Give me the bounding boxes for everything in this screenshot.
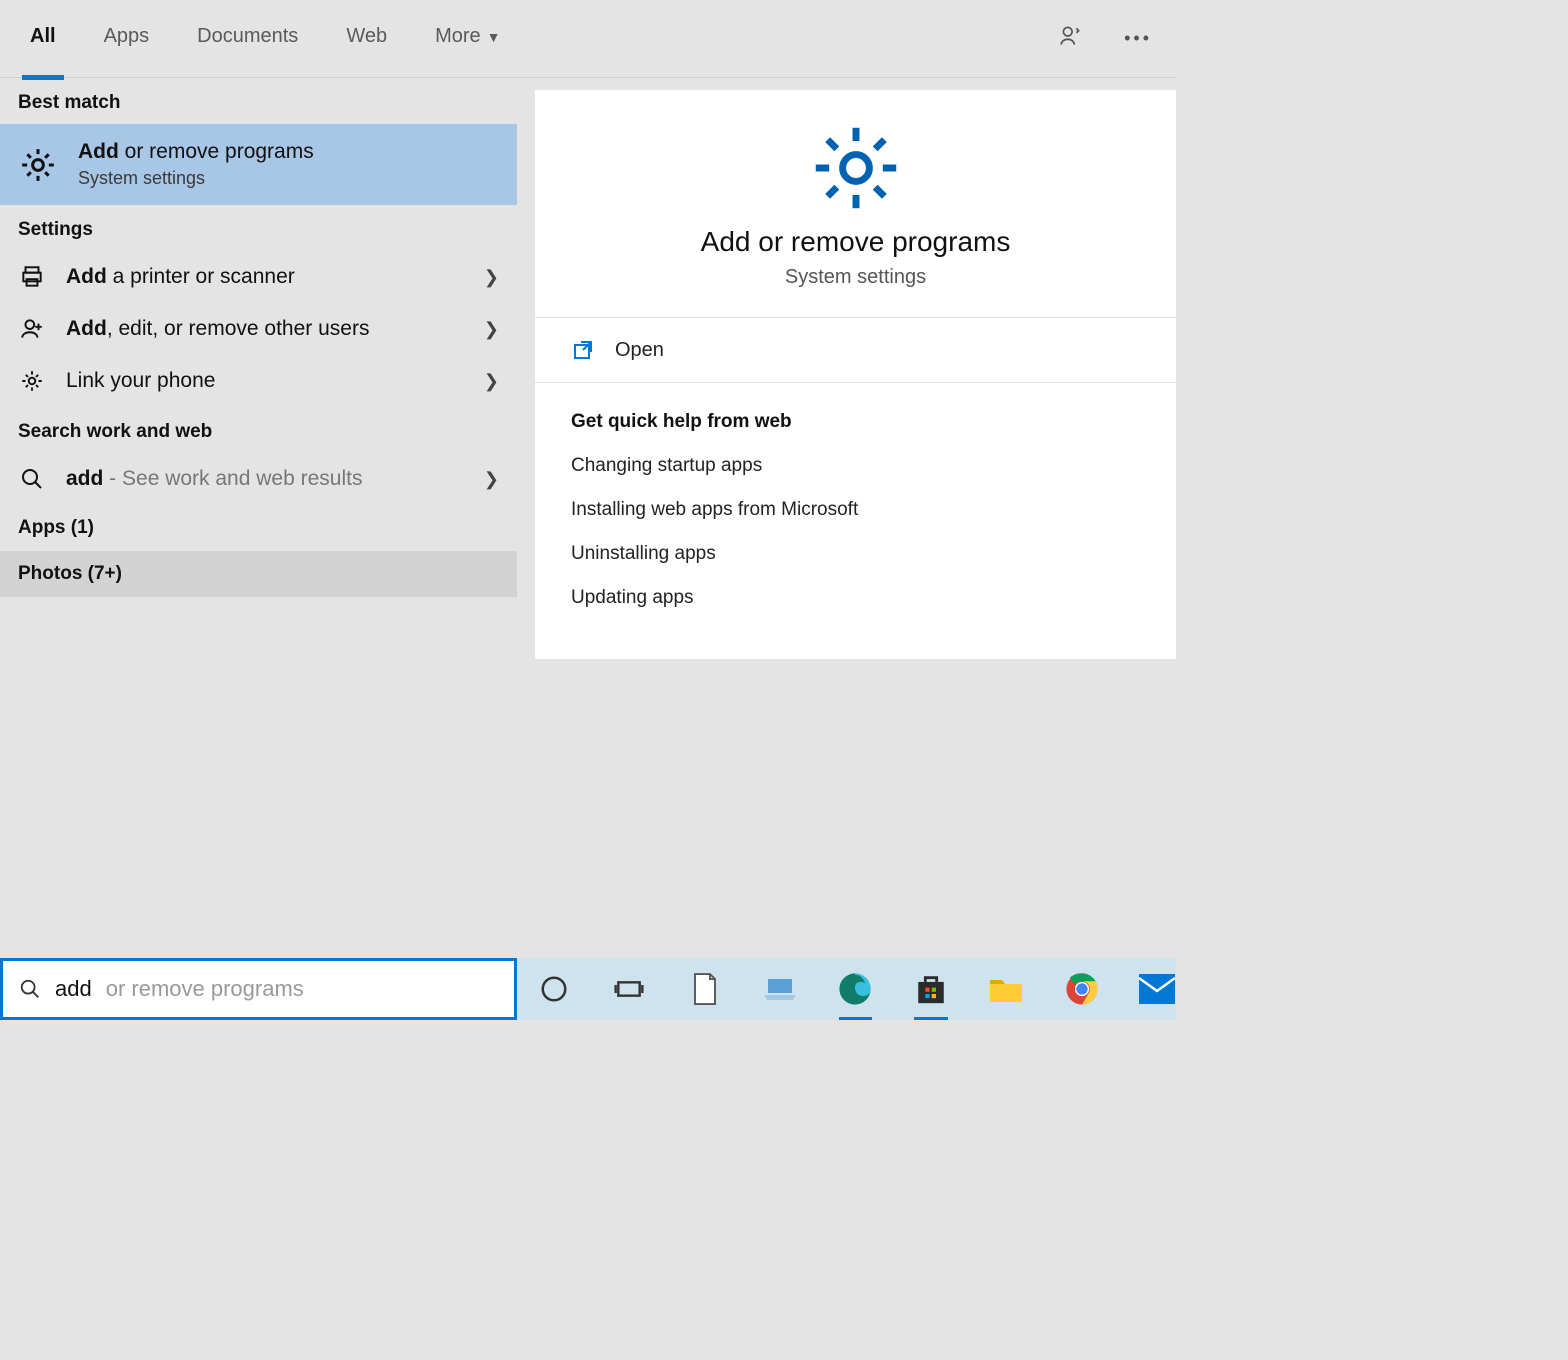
help-heading: Get quick help from web xyxy=(571,411,1140,433)
chevron-right-icon: ❯ xyxy=(484,469,499,490)
search-typed-text: add xyxy=(55,976,92,1002)
tab-web[interactable]: Web xyxy=(346,25,387,52)
help-link[interactable]: Uninstalling apps xyxy=(571,543,1140,565)
web-search-item[interactable]: add - See work and web results ❯ xyxy=(0,453,517,505)
collapse-photos[interactable]: Photos (7+) xyxy=(0,551,517,597)
add-user-icon xyxy=(18,315,46,343)
open-icon xyxy=(571,338,595,362)
tab-all[interactable]: All xyxy=(30,25,56,52)
detail-subtitle: System settings xyxy=(555,266,1156,289)
settings-item-link-phone[interactable]: Link your phone ❯ xyxy=(0,355,517,407)
help-link[interactable]: Installing web apps from Microsoft xyxy=(571,499,1140,521)
collapse-apps[interactable]: Apps (1) xyxy=(0,505,517,551)
section-best-match: Best match xyxy=(0,78,517,124)
section-work-web: Search work and web xyxy=(0,407,517,453)
help-link[interactable]: Changing startup apps xyxy=(571,455,1140,477)
open-action[interactable]: Open xyxy=(535,318,1176,383)
best-match-subtitle: System settings xyxy=(78,168,314,189)
search-input[interactable]: add or remove programs xyxy=(0,958,517,1020)
chevron-right-icon: ❯ xyxy=(484,319,499,340)
best-match-result[interactable]: Add or remove programs System settings xyxy=(0,124,517,205)
chevron-right-icon: ❯ xyxy=(484,267,499,288)
settings-item-add-users[interactable]: Add, edit, or remove other users ❯ xyxy=(0,303,517,355)
tabs-bar: All Apps Documents Web More ▼ ••• xyxy=(0,0,1176,78)
section-settings: Settings xyxy=(0,205,517,251)
tab-documents[interactable]: Documents xyxy=(197,25,298,52)
laptop-app-icon[interactable] xyxy=(761,968,798,1010)
gear-icon xyxy=(18,145,58,185)
mail-icon[interactable] xyxy=(1139,968,1176,1010)
feedback-icon[interactable] xyxy=(1058,23,1084,54)
chevron-down-icon: ▼ xyxy=(487,29,501,45)
search-icon xyxy=(19,978,41,1000)
printer-icon xyxy=(18,263,46,291)
search-suggestion-text: or remove programs xyxy=(106,976,304,1002)
best-match-title: Add or remove programs xyxy=(78,140,314,164)
tab-apps[interactable]: Apps xyxy=(104,25,150,52)
edge-icon[interactable] xyxy=(837,968,874,1010)
task-view-icon[interactable] xyxy=(610,968,647,1010)
cortana-icon[interactable] xyxy=(535,968,572,1010)
results-list: Best match Add or remove programs System… xyxy=(0,78,517,958)
search-results-panel: All Apps Documents Web More ▼ ••• Best m… xyxy=(0,0,1176,958)
settings-item-add-printer[interactable]: Add a printer or scanner ❯ xyxy=(0,251,517,303)
detail-title: Add or remove programs xyxy=(555,226,1156,258)
file-explorer-icon[interactable] xyxy=(988,968,1025,1010)
libreoffice-icon[interactable] xyxy=(686,968,723,1010)
search-icon xyxy=(18,465,46,493)
gear-icon xyxy=(18,367,46,395)
chrome-icon[interactable] xyxy=(1063,968,1100,1010)
chevron-right-icon: ❯ xyxy=(484,371,499,392)
tab-more[interactable]: More ▼ xyxy=(435,25,500,52)
microsoft-store-icon[interactable] xyxy=(912,968,949,1010)
detail-card: Add or remove programs System settings O… xyxy=(535,90,1176,659)
taskbar xyxy=(517,958,1176,1020)
help-link[interactable]: Updating apps xyxy=(571,587,1140,609)
gear-icon xyxy=(810,122,902,214)
more-options-icon[interactable]: ••• xyxy=(1124,28,1152,49)
